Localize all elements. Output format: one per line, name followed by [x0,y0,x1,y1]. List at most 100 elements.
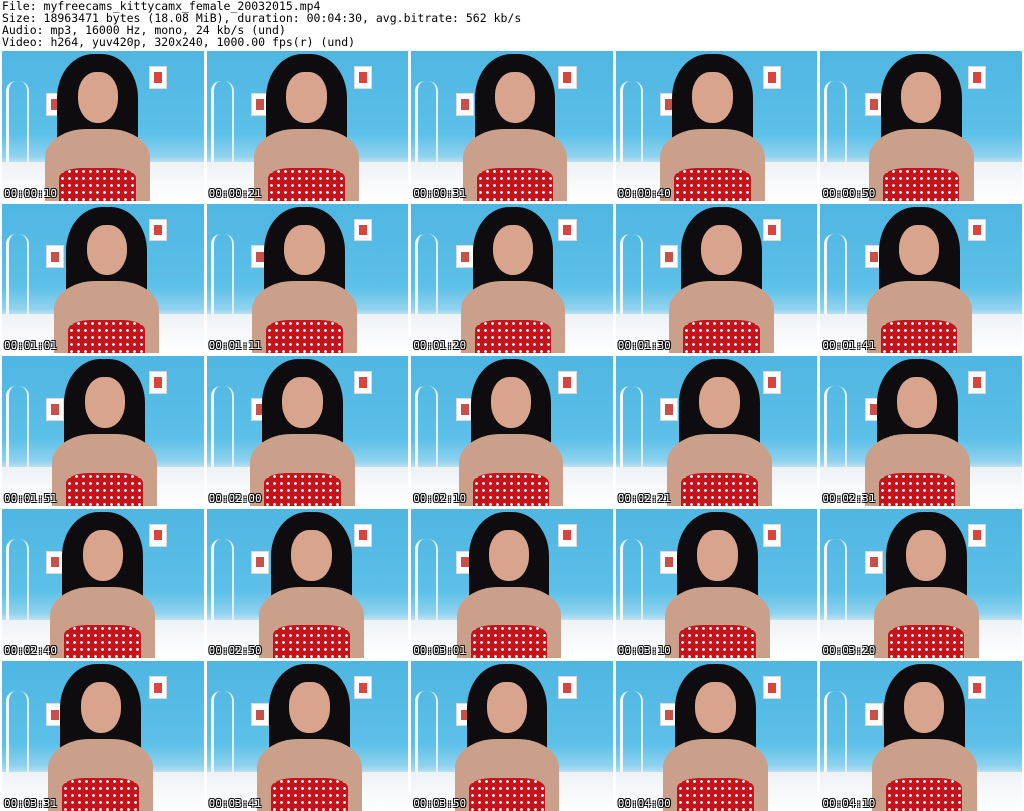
timestamp-label: 00:00:50 [822,186,876,200]
timestamp-label: 00:03:41 [208,797,262,810]
video-thumbnail: 00:04:00 [615,661,818,811]
person-face [282,377,323,428]
timestamp-label: 00:02:00 [208,491,262,505]
video-thumbnail: 00:02:50 [206,508,409,659]
video-thumbnail: 00:03:10 [615,508,818,659]
person-face [84,377,125,428]
wall-picture [558,65,577,89]
person-face [286,71,327,123]
polka-dot-top [474,320,552,354]
polka-dot-top [679,625,756,659]
polka-dot-top [271,778,348,811]
video-thumbnail: 00:00:21 [206,51,409,201]
timestamp-label: 00:03:31 [4,797,57,810]
polka-dot-top [468,778,546,811]
timestamp-label: 00:01:11 [208,339,262,353]
wall-picture [250,703,270,727]
polka-dot-top [472,472,550,506]
polka-dot-top [66,472,144,506]
timestamp-label: 00:01:41 [822,339,876,353]
video-thumbnail: 00:01:30 [615,203,818,354]
wall-picture [864,550,883,574]
person-face [699,377,740,428]
person-face [490,377,532,428]
video-thumbnail: 00:03:20 [820,508,1022,659]
person-face [486,682,528,734]
wall-picture [149,65,168,89]
timestamp-label: 00:01:20 [413,339,467,353]
polka-dot-top [880,320,958,354]
video-thumbnail: 00:03:31 [2,661,204,811]
wall-picture [353,65,372,89]
person-face [904,682,945,734]
wall-picture [46,245,65,269]
wall-picture [149,523,168,547]
media-info-header: File: myfreecams_kittycamx_female_200320… [2,0,1022,48]
polka-dot-top [68,320,146,354]
thumbnail-grid: 00:00:10 00:00:21 00:00:31 00:00:40 00:00:50… [2,51,1022,811]
person-face [701,224,742,276]
wall-picture [353,676,372,700]
video-thumbnail: 00:01:01 [2,203,204,354]
person-face [289,682,330,734]
person-face [82,529,123,581]
wall-picture [558,218,577,242]
wall-picture [455,245,474,269]
timestamp-label: 00:02:50 [208,644,262,658]
polka-dot-top [268,167,345,201]
person-face [692,71,733,123]
video-thumbnail: 00:02:21 [615,356,818,506]
video-thumbnail: 00:02:00 [206,356,409,506]
timestamp-label: 00:00:10 [4,186,57,200]
person-face [86,224,127,276]
wall-picture [353,523,372,547]
person-face [488,529,530,581]
video-thumbnail: 00:02:40 [2,508,204,659]
wall-picture [660,398,679,422]
timestamp-label: 00:03:01 [413,644,467,658]
polka-dot-top [266,320,343,354]
timestamp-label: 00:00:40 [617,186,671,200]
person-face [492,224,534,276]
video-thumbnail: 00:02:31 [820,356,1022,506]
person-face [284,224,325,276]
video-info-line: Video: h264, yuv420p, 320x240, 1000.00 f… [2,35,356,49]
wall-picture [455,92,474,116]
timestamp-label: 00:04:00 [617,797,671,810]
wall-picture [660,550,679,574]
wall-picture [967,218,986,242]
person-face [494,71,536,123]
person-face [80,682,121,734]
polka-dot-top [681,472,758,506]
polka-dot-top [470,625,548,659]
person-face [291,529,332,581]
polka-dot-top [674,167,751,201]
video-thumbnail: 00:00:40 [615,51,818,201]
wall-picture [967,371,986,395]
video-thumbnail: 00:00:10 [2,51,204,201]
timestamp-label: 00:00:31 [413,186,467,200]
timestamp-label: 00:02:31 [822,491,876,505]
video-thumbnail: 00:03:41 [206,661,409,811]
timestamp-label: 00:01:01 [4,339,57,353]
video-thumbnail: 00:02:10 [411,356,613,506]
wall-picture [149,371,168,395]
video-thumbnail: 00:04:10 [820,661,1022,811]
polka-dot-top [887,625,965,659]
wall-picture [762,65,782,89]
wall-picture [558,371,577,395]
person-face [695,682,736,734]
wall-picture [864,703,883,727]
person-face [899,224,940,276]
polka-dot-top [683,320,760,354]
video-thumbnail: 00:03:01 [411,508,613,659]
person-face [697,529,738,581]
wall-picture [149,218,168,242]
wall-picture [967,523,986,547]
wall-picture [762,523,782,547]
wall-picture [558,523,577,547]
wall-picture [660,245,679,269]
polka-dot-top [476,167,554,201]
polka-dot-top [882,167,960,201]
timestamp-label: 00:04:10 [822,797,876,810]
